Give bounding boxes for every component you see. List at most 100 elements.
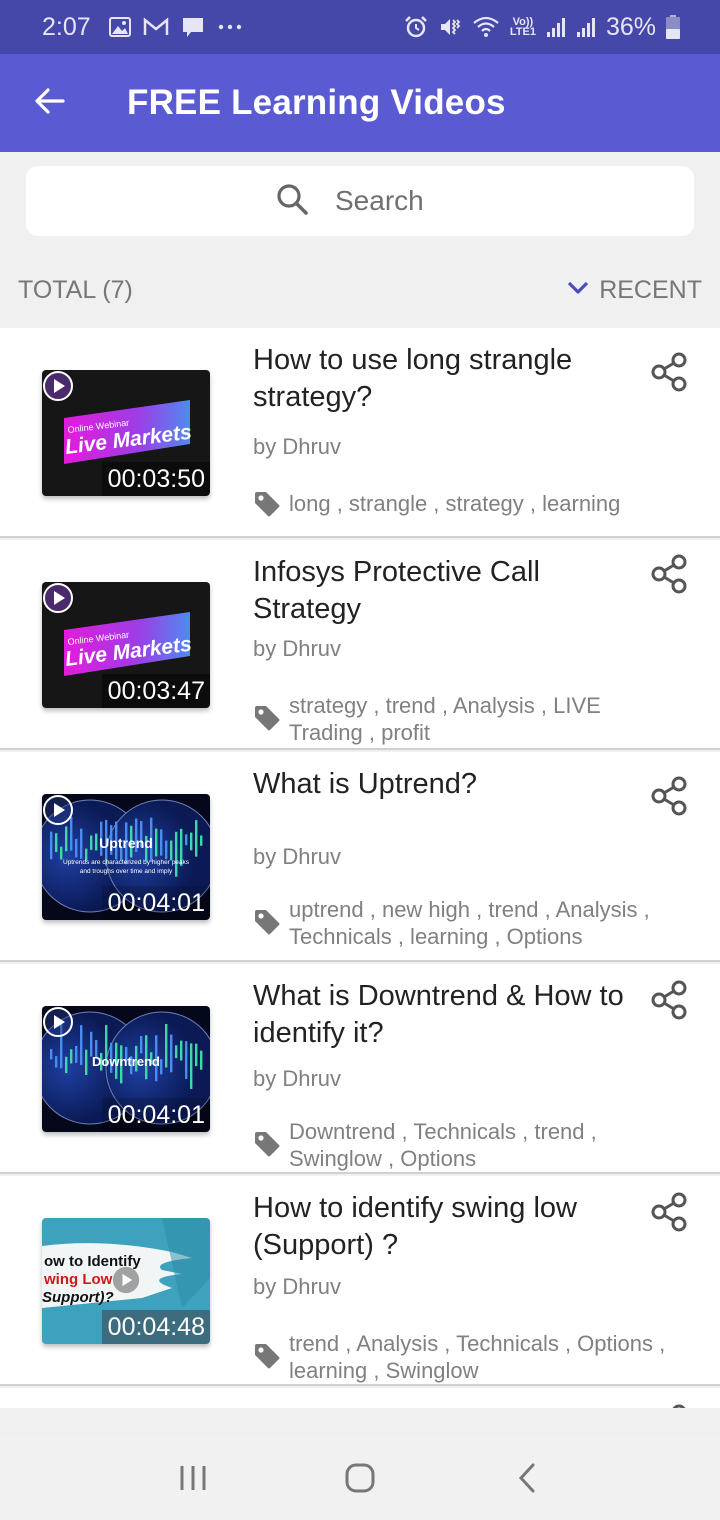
video-thumbnail[interactable]: Online Webinar Live Markets 00:03:47 — [42, 582, 210, 708]
video-thumbnail[interactable]: ow to Identify wing Low Support)? 00:04:… — [42, 1218, 210, 1344]
thumb-big-text: Uptrend — [99, 835, 153, 851]
share-button[interactable] — [650, 552, 690, 596]
video-tags: trend , Analysis , Technicals , Options … — [253, 1330, 673, 1384]
tag-icon — [255, 492, 280, 517]
tag-icon — [255, 1132, 280, 1157]
thumb-bar — [165, 1023, 168, 1068]
video-author: by Dhruv — [253, 636, 342, 661]
message-icon — [181, 15, 205, 39]
thumb-small-text: Uptrends are characterized by higher pea… — [63, 859, 190, 866]
sort-dropdown[interactable]: RECENT — [567, 276, 702, 305]
sort-label: RECENT — [599, 275, 702, 304]
share-icon — [651, 352, 687, 392]
alarm-icon — [404, 15, 428, 39]
video-card[interactable]: Online Webinar Live Markets 00:03:47 Inf… — [0, 540, 720, 750]
play-icon — [43, 371, 73, 401]
more-dots-icon — [217, 23, 243, 31]
recent-apps-button[interactable] — [153, 1448, 233, 1508]
home-button[interactable] — [320, 1448, 400, 1508]
share-button[interactable] — [650, 350, 690, 394]
play-icon — [43, 795, 73, 825]
video-author: by Dhruv — [253, 1274, 342, 1299]
play-icon — [112, 1266, 140, 1294]
share-icon — [651, 980, 687, 1020]
thumb-bar — [85, 1049, 88, 1075]
thumb-text-line2: wing Low — [43, 1271, 113, 1288]
home-icon — [345, 1463, 375, 1493]
gallery-icon — [108, 17, 131, 37]
video-title[interactable]: Infosys Protective Call Strategy — [253, 554, 633, 628]
thumb-bar — [55, 1056, 58, 1068]
share-button[interactable] — [650, 1402, 690, 1408]
video-title[interactable]: How to use long strangle strategy? — [253, 342, 633, 416]
video-card[interactable]: Online Webinar Live Markets 00:03:50 How… — [0, 328, 720, 538]
system-nav-bar — [0, 1436, 720, 1520]
thumb-bar — [190, 1043, 193, 1089]
thumb-bar — [90, 1031, 93, 1057]
tags-text: Downtrend , Technicals , trend , Swinglo… — [289, 1119, 597, 1171]
back-icon — [518, 1463, 535, 1493]
screen: 2:07 Vo)) LTE1 36% FREE Learning Videos … — [0, 0, 720, 1520]
thumb-bar — [75, 1045, 78, 1063]
video-card[interactable]: How to Identify Swing High — [0, 1388, 720, 1408]
thumb-bar — [95, 833, 98, 851]
video-title[interactable]: What is Uptrend? — [253, 766, 633, 803]
video-card[interactable]: Downtrend 00:04:01 What is Downtrend & H… — [0, 964, 720, 1174]
video-card[interactable]: ow to Identify wing Low Support)? 00:04:… — [0, 1176, 720, 1386]
video-author: by Dhruv — [253, 1066, 342, 1091]
list-header: TOTAL (7) RECENT — [0, 270, 720, 310]
share-button[interactable] — [650, 774, 690, 818]
thumb-bar — [80, 1025, 83, 1065]
thumb-bar — [90, 835, 93, 850]
recent-apps-icon — [180, 1466, 206, 1490]
video-duration: 00:03:50 — [101, 462, 210, 496]
thumb-bar — [140, 1035, 143, 1054]
arrow-left-icon — [33, 87, 65, 120]
video-thumbnail[interactable]: Online Webinar Live Markets 00:03:50 — [42, 370, 210, 496]
search-bar[interactable] — [26, 166, 694, 236]
back-button[interactable] — [19, 73, 79, 133]
thumb-bar — [80, 828, 83, 859]
video-tags: long , strangle , strategy , learning — [253, 490, 673, 544]
tags-text: long , strangle , strategy , learning — [289, 491, 621, 516]
share-button[interactable] — [650, 1190, 690, 1234]
play-icon — [43, 1007, 73, 1037]
video-card[interactable]: Uptrend Uptrends are characterized by hi… — [0, 752, 720, 962]
tag-icon — [255, 706, 280, 731]
video-list[interactable]: Online Webinar Live Markets 00:03:50 How… — [0, 328, 720, 1408]
chevron-down-icon — [567, 281, 589, 300]
thumb-bar — [195, 1043, 198, 1067]
page-title: FREE Learning Videos — [127, 83, 506, 122]
wifi-icon — [472, 15, 500, 39]
search-icon — [275, 182, 309, 221]
tag-icon — [255, 910, 280, 935]
thumb-bar — [170, 840, 173, 861]
thumb-bar — [70, 1049, 73, 1064]
share-button[interactable] — [650, 978, 690, 1022]
share-icon — [651, 1192, 687, 1232]
thumb-bar — [175, 1045, 178, 1059]
thumb-bar — [180, 1040, 183, 1061]
video-title[interactable]: How to identify swing low (Support) ? — [253, 1190, 633, 1264]
battery-percent: 36% — [605, 12, 656, 41]
share-icon — [651, 554, 687, 594]
thumb-bar — [60, 846, 63, 860]
video-title[interactable]: How to Identify Swing High — [253, 1402, 623, 1408]
thumb-bar — [55, 833, 58, 853]
video-thumbnail[interactable]: Uptrend Uptrends are characterized by hi… — [42, 794, 210, 920]
video-duration: 00:04:48 — [101, 1310, 210, 1344]
video-thumbnail[interactable]: Downtrend 00:04:01 — [42, 1006, 210, 1132]
nav-back-button[interactable] — [487, 1448, 567, 1508]
signal-icon — [576, 16, 596, 38]
search-input[interactable] — [335, 185, 445, 217]
tag-icon — [255, 1344, 280, 1369]
thumb-bar — [50, 831, 53, 860]
gmail-icon — [143, 17, 169, 37]
thumb-bar — [175, 831, 178, 877]
app-bar: FREE Learning Videos — [0, 54, 720, 152]
thumb-bar — [160, 829, 163, 856]
video-title[interactable]: What is Downtrend & How to identify it? — [253, 978, 633, 1052]
thumb-bar — [185, 1041, 188, 1079]
thumb-bar — [165, 840, 168, 860]
video-tags: Downtrend , Technicals , trend , Swinglo… — [253, 1118, 673, 1172]
